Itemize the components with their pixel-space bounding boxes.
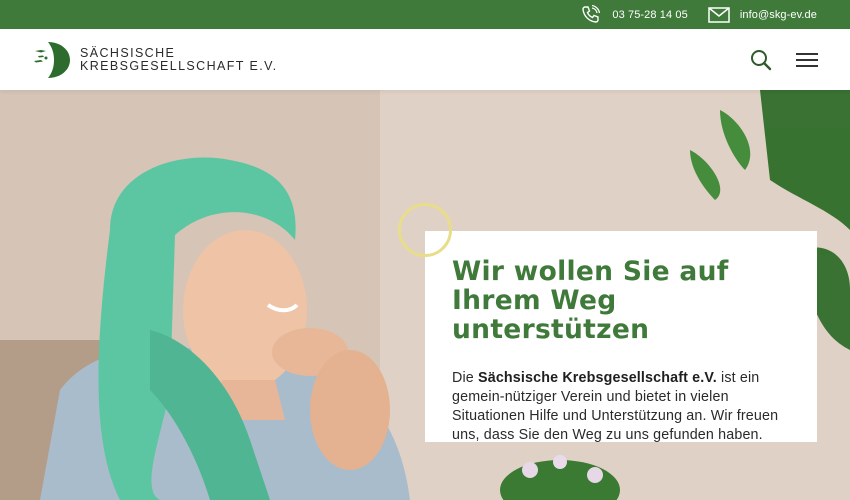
logo-line-1: SÄCHSISCHE	[80, 45, 176, 60]
phone-link[interactable]: 03 75-28 14 05	[580, 4, 688, 25]
intro-card: Wir wollen Sie auf Ihrem Weg unterstütze…	[425, 231, 817, 445]
contact-bar: 03 75-28 14 05 info@skg-ev.de	[0, 0, 850, 29]
logo-icon	[34, 41, 70, 78]
email-link[interactable]: info@skg-ev.de	[708, 6, 817, 23]
site-header: SÄCHSISCHE KREBSGESELLSCHAFT E.V.	[0, 29, 850, 90]
hero-text-prefix: Die	[452, 370, 479, 386]
logo-line-2: KREBSGESELLSCHAFT E.V.	[80, 58, 278, 73]
hamburger-menu-icon	[796, 52, 818, 67]
decorative-ring	[398, 203, 452, 257]
email-address: info@skg-ev.de	[739, 8, 817, 21]
logo-link[interactable]: SÄCHSISCHE KREBSGESELLSCHAFT E.V.	[32, 41, 278, 79]
hero-text: Die Sächsische Krebsgesellschaft e.V. is…	[452, 369, 791, 445]
mail-icon	[708, 6, 730, 23]
hero-title: Wir wollen Sie auf Ihrem Weg unterstütze…	[452, 256, 729, 345]
phone-number: 03 75-28 14 05	[612, 8, 688, 21]
header-actions	[750, 49, 818, 71]
menu-button[interactable]	[796, 52, 818, 68]
phone-icon	[582, 4, 601, 23]
search-button[interactable]	[750, 49, 772, 71]
search-icon	[751, 49, 772, 70]
hero-text-org-name: Sächsische Krebsgesellschaft e.V.	[478, 370, 717, 386]
logo-wordmark: SÄCHSISCHE KREBSGESELLSCHAFT E.V.	[80, 45, 278, 73]
hero-section: Wir wollen Sie auf Ihrem Weg unterstütze…	[0, 90, 850, 500]
